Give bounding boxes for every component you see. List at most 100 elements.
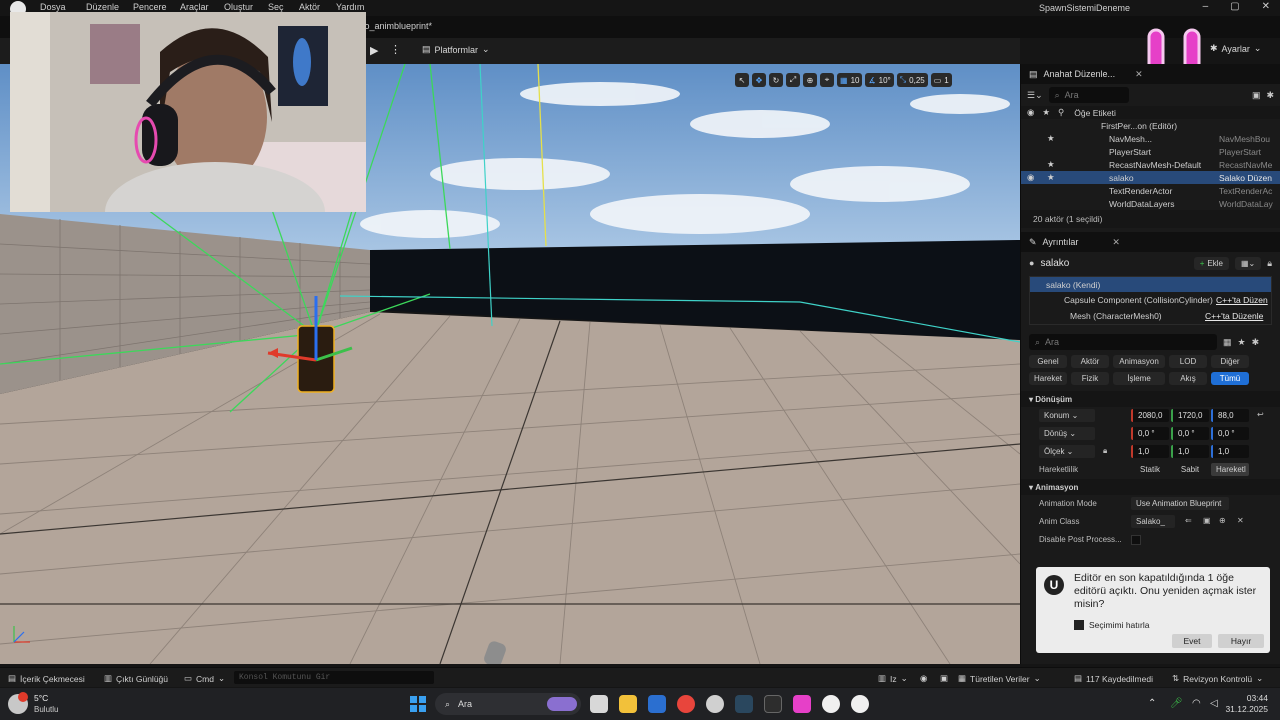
menu-help[interactable]: Yardım	[336, 2, 376, 12]
table-row[interactable]: TextRenderActor TextRenderAc	[1021, 184, 1280, 197]
lock-icon[interactable]: 🔒︎	[1267, 258, 1272, 269]
clock[interactable]: 03:44 31.12.2025	[1225, 693, 1268, 715]
filter-actor[interactable]: Aktör	[1071, 355, 1109, 368]
mobility-movable[interactable]: Hareketl	[1211, 463, 1249, 476]
mobility-static[interactable]: Statik	[1131, 463, 1169, 476]
surface-snap-icon[interactable]: ⌖	[820, 73, 834, 87]
blueprint-options-icon[interactable]: ▦⌄	[1234, 256, 1262, 270]
file-explorer-icon[interactable]	[619, 695, 637, 713]
grid-view-icon[interactable]: ▦	[1223, 337, 1232, 348]
star-icon[interactable]: ★	[1238, 337, 1246, 348]
output-log-button[interactable]: ▥ Çıktı Günlüğü	[104, 673, 168, 684]
settings-button[interactable]: ✱ Ayarlar ⌄	[1210, 43, 1261, 54]
record-icon[interactable]: ◉	[920, 673, 927, 684]
cmd-dropdown[interactable]: ▭ Cmd ⌄	[184, 673, 225, 684]
menu-edit[interactable]: Düzenle	[86, 2, 133, 12]
location-x-field[interactable]: 2080,0	[1131, 409, 1169, 422]
location-z-field[interactable]: 88,0	[1211, 409, 1249, 422]
play-icon[interactable]: ▶	[370, 44, 378, 57]
filter-lod[interactable]: LOD	[1169, 355, 1207, 368]
star-icon[interactable]: ★	[1047, 172, 1055, 183]
trace-dropdown[interactable]: ▥ Iz ⌄	[878, 673, 908, 684]
weather-widget[interactable]: 5°C Bulutlu	[8, 692, 58, 715]
table-row[interactable]: ★ RecastNavMesh-Default RecastNavMe	[1021, 158, 1280, 171]
clear-icon[interactable]: ✕	[1237, 516, 1244, 525]
content-drawer-button[interactable]: ▤ İçerik Çekmecesi	[8, 673, 85, 684]
rotation-x-field[interactable]: 0,0 °	[1131, 427, 1169, 440]
menu-tools[interactable]: Araçlar	[180, 2, 224, 12]
unreal-engine-icon[interactable]	[822, 695, 840, 713]
chrome-icon[interactable]	[677, 695, 695, 713]
component-row-mesh[interactable]: Mesh (CharacterMesh0) C++'ta Düzenle	[1030, 308, 1271, 324]
rotate-mode-icon[interactable]: ↻	[769, 73, 783, 87]
add-component-button[interactable]: + Ekle	[1193, 256, 1229, 270]
grid-snap-button[interactable]: ▦ 10	[837, 73, 863, 87]
animation-mode-dropdown[interactable]: Use Animation Blueprint ⌄	[1131, 497, 1229, 521]
wifi-icon[interactable]: ◠	[1192, 698, 1201, 709]
camera-icon[interactable]: ▣	[940, 673, 948, 684]
taskbar-search-input[interactable]: ⌕ Ara	[435, 693, 581, 715]
microphone-icon[interactable]: 🎤︎	[1170, 698, 1183, 709]
pin-icon[interactable]: ⚲	[1058, 107, 1064, 118]
filter-streaming[interactable]: Akış	[1169, 372, 1207, 385]
scale-z-field[interactable]: 1,0	[1211, 445, 1249, 458]
task-view-icon[interactable]	[590, 695, 608, 713]
filter-animation[interactable]: Animasyon	[1113, 355, 1165, 368]
scale-dropdown[interactable]: Ölçek ⌄	[1039, 445, 1095, 458]
unsaved-button[interactable]: ▤ 117 Kaydedilmedi	[1074, 673, 1153, 684]
filter-other[interactable]: Diğer	[1211, 355, 1249, 368]
item-label-column[interactable]: Öğe Etiketi	[1074, 108, 1116, 118]
edit-in-cpp-link[interactable]: C++'ta Düzen	[1216, 295, 1268, 305]
more-options-icon[interactable]: ⋮	[390, 43, 401, 56]
disable-post-process-checkbox[interactable]	[1131, 535, 1141, 545]
camera-speed-button[interactable]: ▭ 1	[930, 73, 952, 87]
add-icon[interactable]: ⊕	[1219, 516, 1226, 525]
filter-movement[interactable]: Hareket	[1029, 372, 1067, 385]
table-row[interactable]: WorldDataLayers WorldDataLay	[1021, 197, 1280, 210]
details-tab[interactable]: ✎ Ayrıntılar ✕	[1021, 232, 1280, 252]
rotation-dropdown[interactable]: Dönüş ⌄	[1039, 427, 1095, 440]
gear-icon[interactable]: ✱	[1266, 90, 1274, 101]
folder-add-icon[interactable]: ▣	[1252, 90, 1261, 101]
yes-button[interactable]: Evet	[1172, 634, 1212, 648]
mobility-stationary[interactable]: Sabit	[1171, 463, 1209, 476]
menu-select[interactable]: Seç	[268, 2, 299, 12]
filter-physics[interactable]: Fizik	[1071, 372, 1109, 385]
filter-general[interactable]: Genel	[1029, 355, 1067, 368]
component-row-capsule[interactable]: Capsule Component (CollisionCylinder) C++…	[1030, 292, 1271, 308]
location-y-field[interactable]: 1720,0	[1171, 409, 1209, 422]
scale-snap-button[interactable]: ⤡ 0,25	[896, 73, 928, 87]
translate-mode-icon[interactable]: ✥	[752, 73, 766, 87]
close-icon[interactable]: ✕	[1112, 237, 1120, 248]
menu-actor[interactable]: Aktör	[299, 2, 336, 12]
outliner-search-input[interactable]: ⌕ Ara	[1048, 87, 1129, 103]
transform-section[interactable]: ▾ Dönüşüm	[1021, 391, 1280, 407]
details-search-input[interactable]: ⌕ Ara	[1029, 334, 1217, 350]
filter-all[interactable]: Tümü	[1211, 372, 1249, 385]
edit-in-cpp-link[interactable]: C++'ta Düzenle	[1205, 311, 1263, 321]
lock-icon[interactable]: 🔒︎	[1103, 446, 1107, 456]
table-row-selected[interactable]: ◉ ★ salako Salako Düzen	[1021, 171, 1280, 184]
menu-file[interactable]: Dosya	[40, 2, 86, 12]
filter-icon[interactable]: ☰⌄	[1027, 90, 1043, 101]
location-dropdown[interactable]: Konum ⌄	[1039, 409, 1095, 422]
gear-icon[interactable]: ✱	[1252, 337, 1260, 348]
table-row[interactable]: PlayerStart PlayerStart	[1021, 145, 1280, 158]
document-tab[interactable]: ko_animblueprint*	[360, 21, 432, 31]
github-icon[interactable]	[706, 695, 724, 713]
overlay-app-icon[interactable]	[793, 695, 811, 713]
platforms-button[interactable]: ▤ Platformlar ⌄	[422, 44, 490, 55]
scale-x-field[interactable]: 1,0	[1131, 445, 1169, 458]
rotation-y-field[interactable]: 0,0 °	[1171, 427, 1209, 440]
close-icon[interactable]: ✕	[1135, 69, 1143, 80]
scale-y-field[interactable]: 1,0	[1171, 445, 1209, 458]
star-icon[interactable]: ★	[1042, 107, 1050, 118]
table-row[interactable]: ★ NavMesh... NavMeshBou	[1021, 132, 1280, 145]
rotation-z-field[interactable]: 0,0 °	[1211, 427, 1249, 440]
epic-games-icon[interactable]	[764, 695, 782, 713]
animation-section[interactable]: ▾ Animasyon	[1021, 479, 1280, 495]
star-icon[interactable]: ★	[1047, 133, 1055, 144]
menu-window[interactable]: Pencere	[133, 2, 180, 12]
minimize-button[interactable]: –	[1203, 1, 1209, 12]
menu-create[interactable]: Oluştur	[224, 2, 268, 12]
